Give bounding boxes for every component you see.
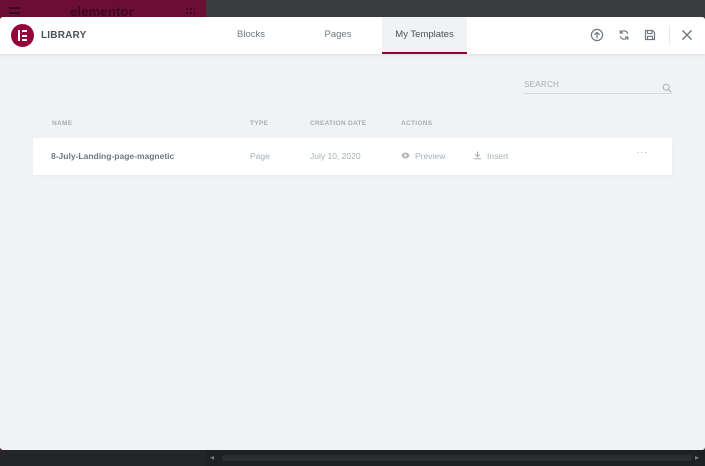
library-modal: LIBRARY Blocks Pages My Templates NAME T…	[0, 17, 705, 450]
library-title: LIBRARY	[41, 30, 87, 41]
library-header: LIBRARY Blocks Pages My Templates	[0, 17, 705, 54]
template-type: Page	[250, 151, 270, 161]
elementor-logo-icon	[11, 24, 34, 47]
column-header-type: TYPE	[250, 120, 269, 127]
template-creation-date: July 10, 2020	[310, 151, 361, 161]
scroll-left-icon: ◂	[210, 453, 215, 462]
search-input[interactable]	[524, 76, 652, 92]
column-header-creation-date: CREATION DATE	[310, 120, 367, 127]
tab-pages[interactable]: Pages	[309, 17, 367, 54]
insert-label: Insert	[487, 151, 509, 161]
column-header-actions: ACTIONS	[401, 120, 433, 127]
scroll-right-icon: ▸	[695, 453, 700, 462]
close-icon[interactable]	[679, 27, 695, 43]
template-row: 8-July-Landing-page-magnetic Page July 1…	[33, 138, 672, 175]
preview-label: Preview	[415, 151, 446, 161]
editor-canvas-top	[206, 0, 705, 17]
more-options-icon[interactable]: ···	[635, 148, 649, 161]
tab-my-templates[interactable]: My Templates	[382, 17, 467, 54]
editor-footer	[0, 450, 206, 466]
search-box	[524, 76, 672, 94]
header-divider	[669, 26, 670, 45]
tab-blocks[interactable]: Blocks	[222, 17, 280, 54]
insert-button[interactable]: Insert	[473, 138, 508, 175]
horizontal-scrollbar[interactable]	[222, 455, 692, 461]
editor-panel-header: elementor	[0, 0, 206, 19]
sync-icon[interactable]	[616, 27, 632, 43]
download-icon	[473, 151, 482, 160]
upload-icon[interactable]	[589, 27, 605, 43]
column-header-name: NAME	[52, 120, 73, 127]
save-icon[interactable]	[642, 27, 658, 43]
hamburger-icon	[9, 7, 20, 14]
search-icon[interactable]	[662, 80, 672, 93]
eye-icon	[401, 151, 410, 160]
preview-button[interactable]: Preview	[401, 138, 445, 175]
template-name: 8-July-Landing-page-magnetic	[51, 151, 175, 161]
grid-icon	[185, 7, 195, 15]
